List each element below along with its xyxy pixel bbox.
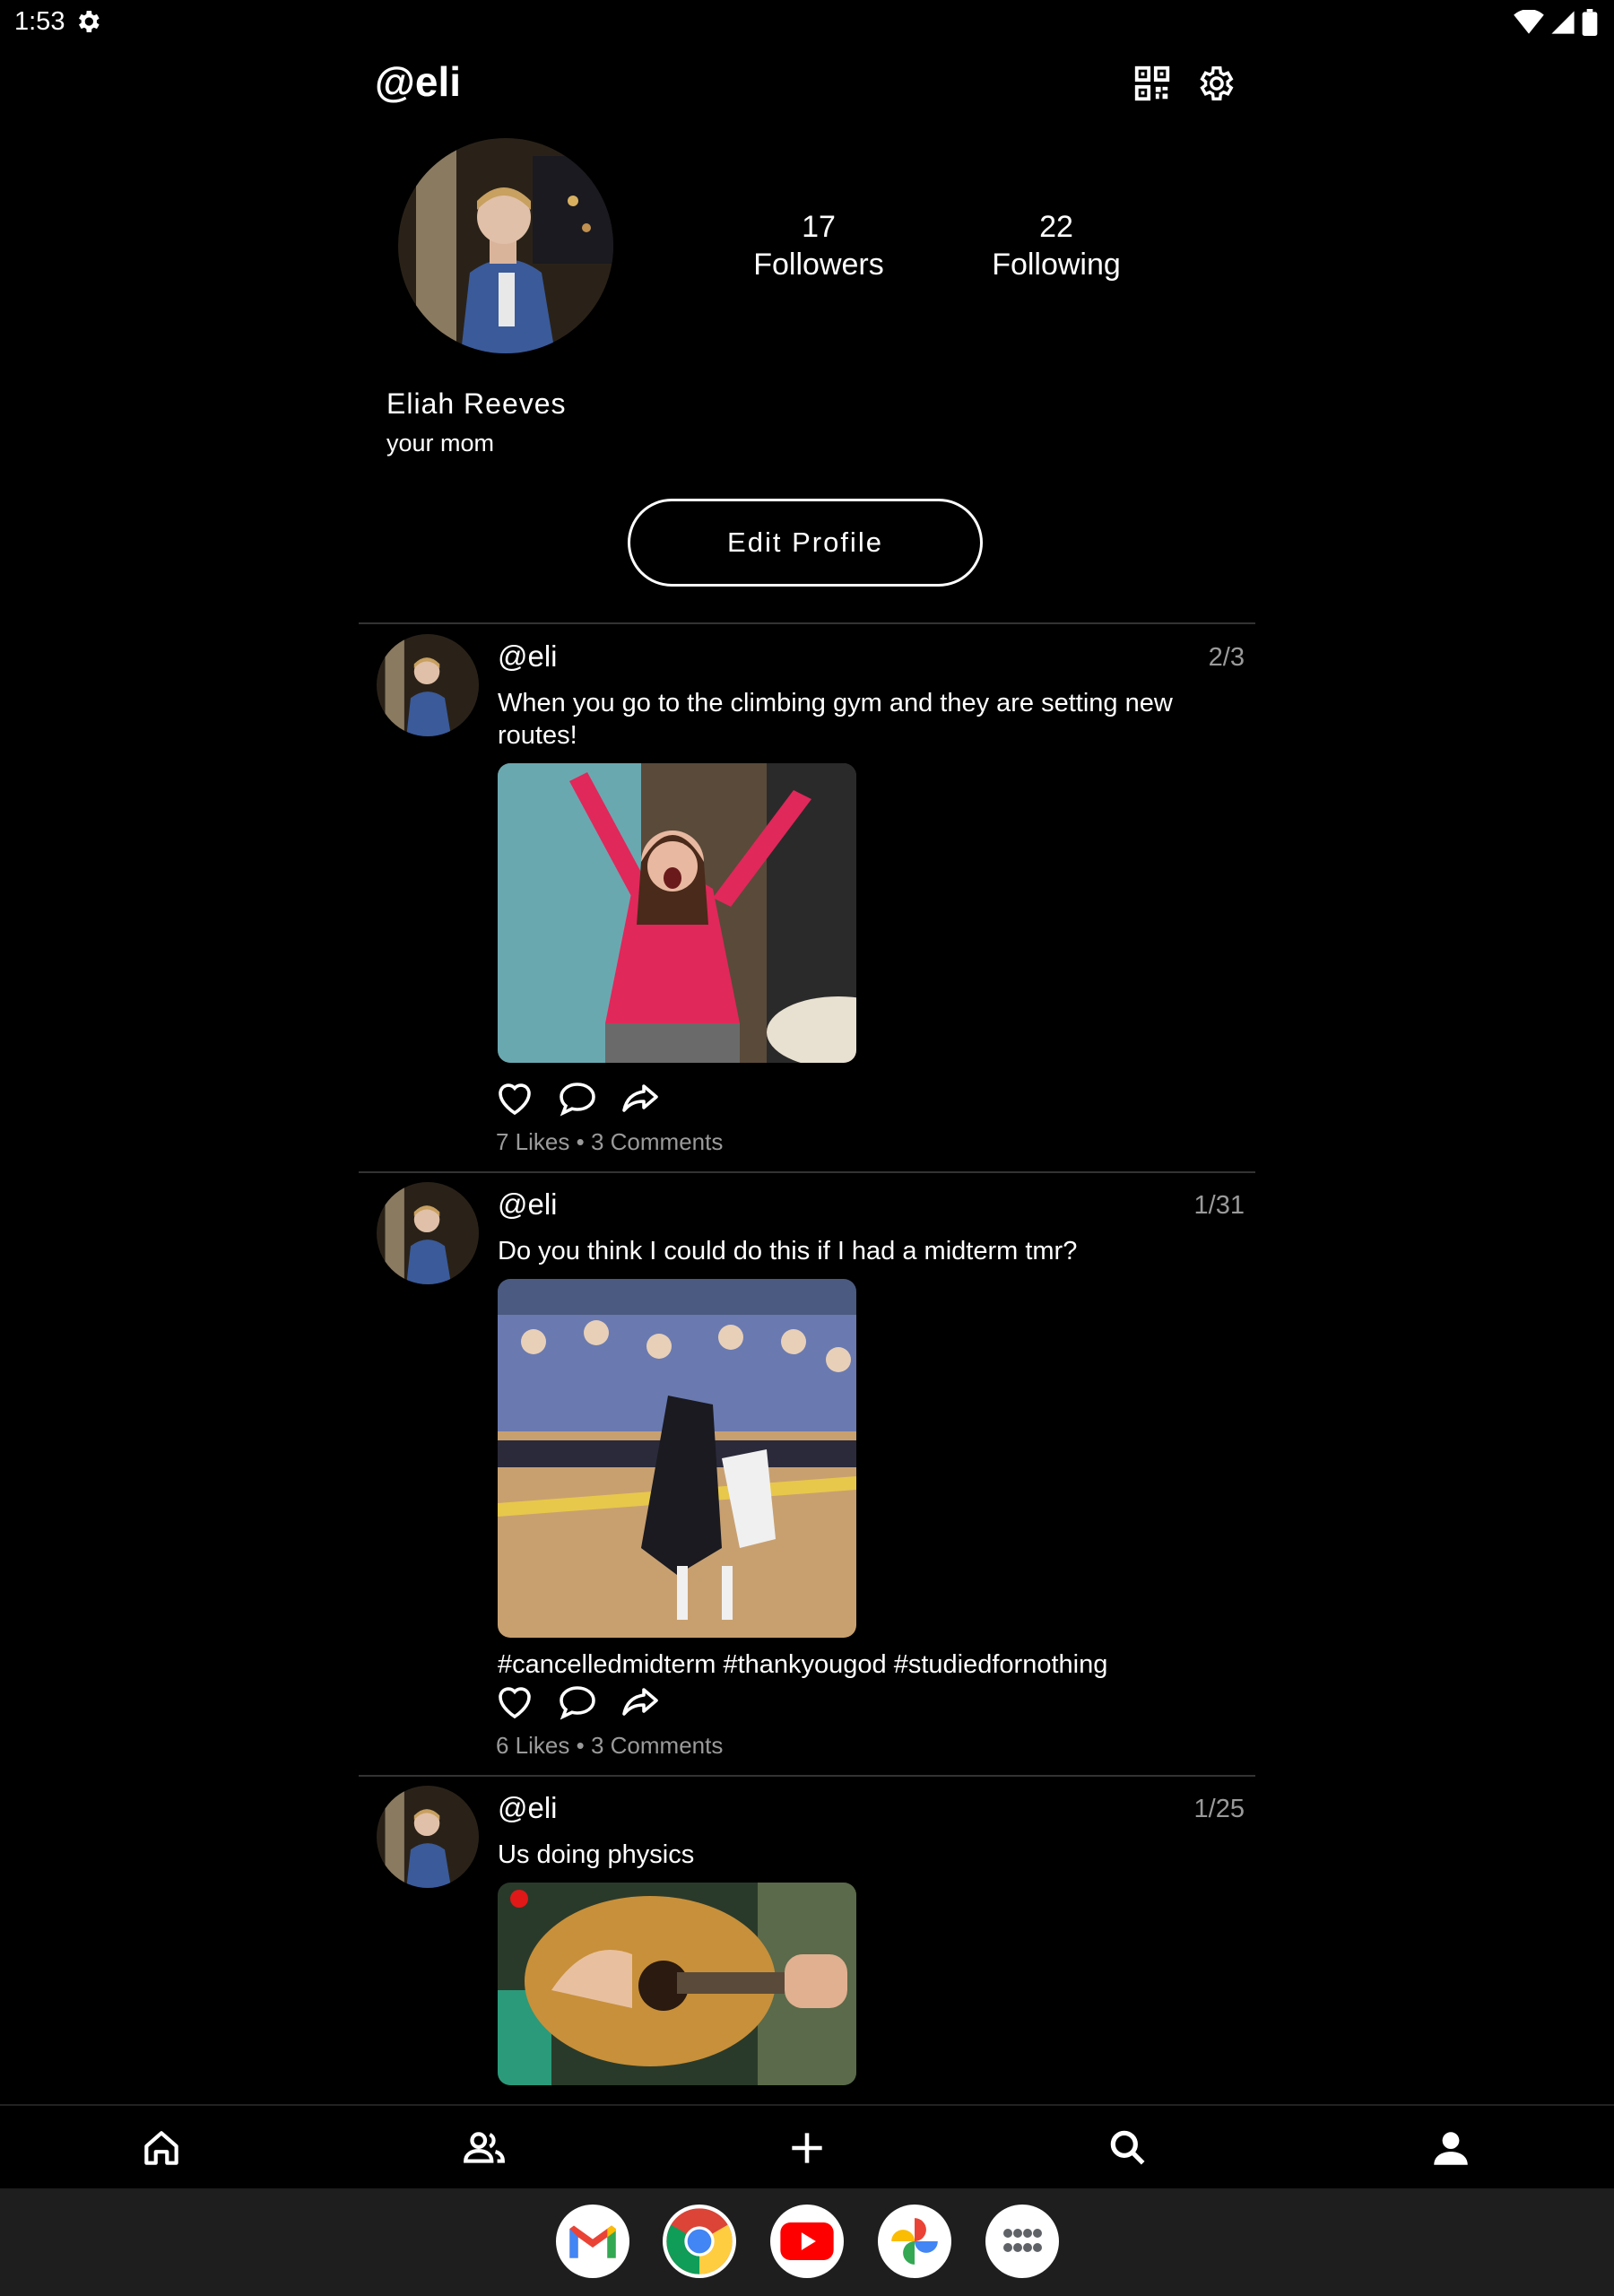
post-date: 1/25 (1193, 1795, 1245, 1823)
divider (359, 1171, 1255, 1173)
comments-count[interactable]: 3 Comments (591, 1128, 723, 1155)
following-count: 22 (1039, 210, 1073, 244)
like-icon[interactable] (493, 1077, 536, 1120)
likes-count[interactable]: 7 Likes (496, 1128, 569, 1155)
settings-status-icon (79, 11, 100, 32)
post-avatar[interactable] (377, 1786, 479, 1888)
profile-bio: your mom (386, 430, 495, 457)
meta-separator: • (576, 1732, 585, 1759)
divider (359, 622, 1255, 624)
likes-count[interactable]: 6 Likes (496, 1732, 569, 1759)
like-icon[interactable] (493, 1681, 536, 1724)
post-actions (493, 1077, 662, 1120)
post-handle[interactable]: @eli (498, 1791, 558, 1825)
youtube-icon[interactable] (770, 2205, 844, 2278)
display-name: Eliah Reeves (386, 387, 567, 420)
divider (359, 1775, 1255, 1777)
app-drawer-icon[interactable] (985, 2205, 1059, 2278)
qr-code-icon[interactable] (1132, 63, 1173, 104)
edit-profile-button[interactable]: Edit Profile (628, 499, 983, 587)
chrome-icon[interactable] (663, 2205, 736, 2278)
profile-username: @eli (375, 58, 461, 105)
post-image[interactable] (498, 1279, 856, 1638)
comment-icon[interactable] (556, 1077, 599, 1120)
status-bar: 1:53 (0, 0, 1614, 45)
post-date: 1/31 (1193, 1191, 1245, 1220)
profile-avatar[interactable] (398, 138, 613, 353)
post-text: Us doing physics (498, 1840, 695, 1869)
post-handle[interactable]: @eli (498, 1187, 558, 1222)
app-dock (0, 2188, 1614, 2296)
status-icons (1514, 9, 1598, 36)
home-icon[interactable] (139, 2126, 184, 2170)
wifi-icon (1514, 10, 1544, 34)
search-icon[interactable] (1106, 2126, 1150, 2170)
following-label: Following (992, 248, 1121, 282)
post-image[interactable] (498, 1883, 856, 2085)
post-handle[interactable]: @eli (498, 639, 558, 674)
post-text: When you go to the climbing gym and they… (498, 689, 1173, 750)
followers-stat[interactable]: 17 Followers (711, 208, 926, 283)
friends-icon[interactable] (462, 2126, 507, 2170)
photos-icon[interactable] (878, 2205, 951, 2278)
post-hashtags[interactable]: #cancelledmidterm #thankyougod #studiedf… (498, 1648, 1215, 1681)
settings-icon[interactable] (1194, 63, 1236, 104)
comment-icon[interactable] (556, 1681, 599, 1724)
post-stats: 6 Likes • 3 Comments (496, 1732, 723, 1760)
followers-count: 17 (802, 210, 836, 244)
post-text: Do you think I could do this if I had a … (498, 1237, 1078, 1265)
post-actions (493, 1681, 662, 1724)
bottom-navigation (0, 2104, 1614, 2190)
battery-icon (1582, 9, 1598, 36)
post-avatar[interactable] (377, 1182, 479, 1284)
post-date: 2/3 (1208, 643, 1245, 672)
gmail-icon[interactable] (556, 2205, 629, 2278)
meta-separator: • (576, 1128, 585, 1155)
share-icon[interactable] (619, 1681, 662, 1724)
following-stat[interactable]: 22 Following (949, 208, 1164, 283)
post-avatar[interactable] (377, 634, 479, 736)
post-stats: 7 Likes • 3 Comments (496, 1128, 723, 1156)
comments-count[interactable]: 3 Comments (591, 1732, 723, 1759)
add-icon[interactable] (785, 2126, 829, 2170)
status-time: 1:53 (14, 7, 65, 36)
share-icon[interactable] (619, 1077, 662, 1120)
post-image[interactable] (498, 763, 856, 1063)
profile-icon[interactable] (1428, 2126, 1473, 2170)
signal-icon (1551, 11, 1575, 34)
followers-label: Followers (753, 248, 884, 282)
